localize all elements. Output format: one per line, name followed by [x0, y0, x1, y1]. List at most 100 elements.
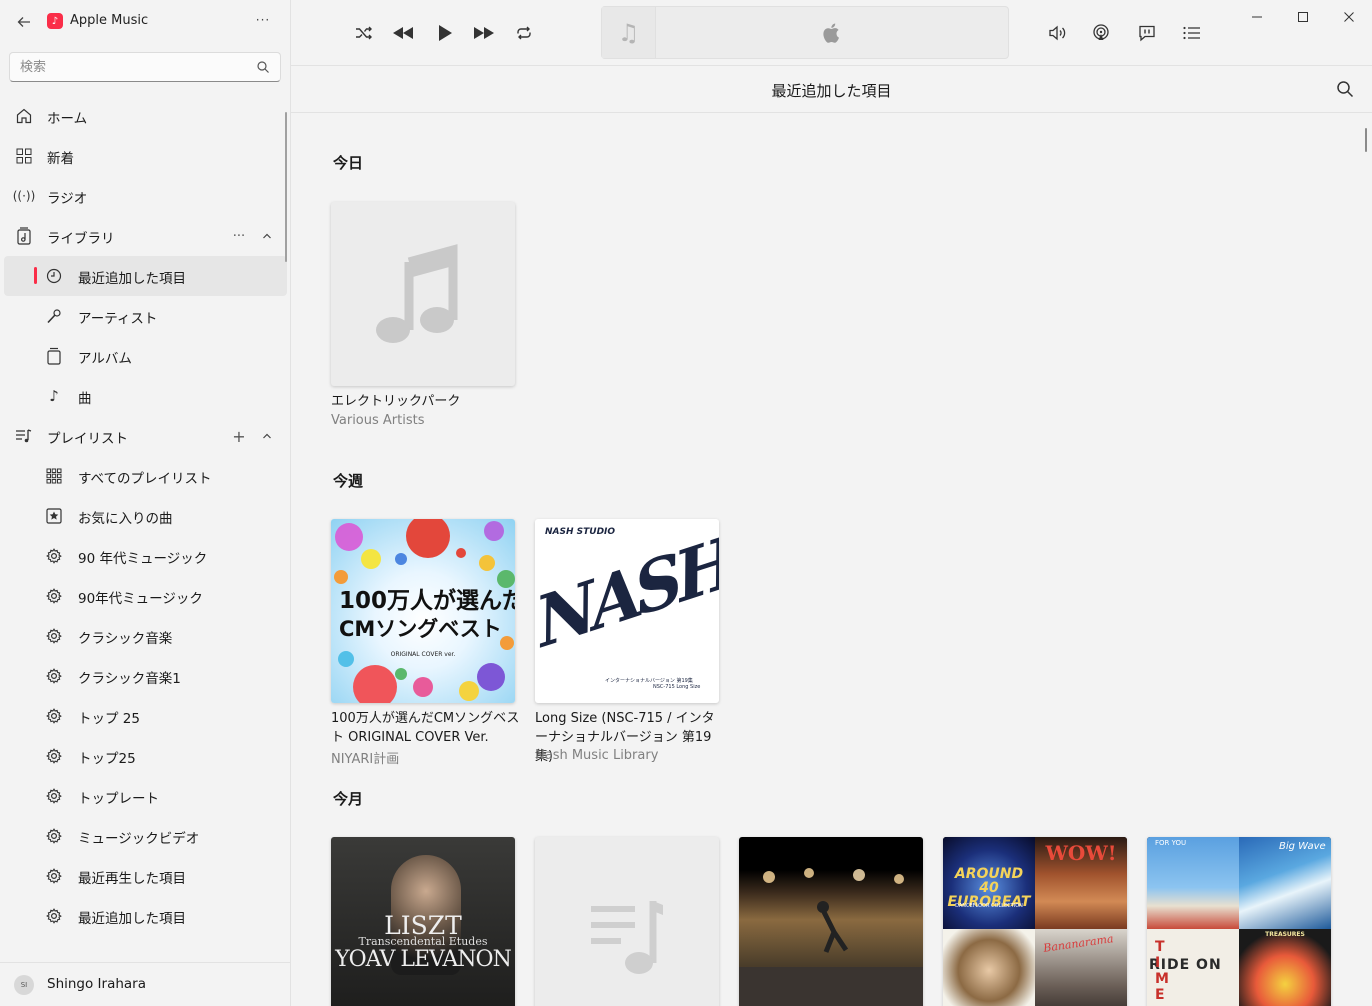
sidebar-item-label: 最近追加した項目	[78, 911, 186, 927]
cover-text: インターナショナルバージョン 第19集	[605, 678, 693, 684]
minimize-icon[interactable]	[1246, 6, 1268, 28]
cover-tile: Big Wave	[1239, 837, 1331, 929]
recently-added-content: 今日 エレクトリックパーク Various Artists 今週 100万人が選…	[291, 114, 1372, 1006]
page-title: 最近追加した項目	[771, 82, 892, 100]
sidebar-item-songs[interactable]: ♪ 曲	[4, 376, 287, 416]
volume-icon[interactable]	[1047, 21, 1071, 45]
search-icon[interactable]	[1336, 80, 1354, 98]
sidebar-item-favorites[interactable]: お気に入りの曲	[4, 496, 287, 536]
album-icon	[44, 346, 64, 366]
gear-icon	[44, 546, 64, 566]
repeat-icon[interactable]	[512, 21, 536, 45]
section-title-today: 今日	[333, 154, 364, 172]
content-scrollbar[interactable]	[1365, 128, 1367, 152]
cover-text: DANCEFLOOR COLLECTION	[955, 903, 1023, 909]
sidebar-item-home[interactable]: ホーム	[4, 96, 287, 136]
search-input[interactable]	[20, 59, 240, 76]
airplay-icon[interactable]	[1089, 21, 1113, 45]
gear-icon	[44, 826, 64, 846]
cover-logo: NASH	[535, 521, 719, 665]
sidebar-item-label: アルバム	[78, 351, 132, 367]
chevron-up-icon[interactable]	[257, 426, 277, 446]
sidebar-item-smart-playlist[interactable]: トップ25	[4, 736, 287, 776]
sidebar-item-artists[interactable]: アーティスト	[4, 296, 287, 336]
next-track-icon[interactable]	[472, 21, 496, 45]
sidebar-item-recently-added[interactable]: 最近追加した項目	[4, 256, 287, 296]
album-artwork-placeholder[interactable]	[331, 202, 515, 386]
sidebar-item-library[interactable]: ライブラリ ···	[4, 216, 287, 256]
gear-icon	[44, 866, 64, 886]
gear-icon	[44, 586, 64, 606]
cover-tile: WOW!	[1035, 837, 1127, 929]
previous-track-icon[interactable]	[391, 21, 415, 45]
playlist-placeholder-icon	[591, 901, 663, 974]
user-name[interactable]: Shingo Irahara	[47, 976, 146, 992]
album-artwork[interactable]	[739, 837, 923, 1006]
now-playing-artwork-placeholder-icon: ♫	[602, 7, 656, 58]
search-icon[interactable]	[256, 60, 270, 74]
cover-text: NASH STUDIO	[545, 527, 616, 537]
section-title-this-month: 今月	[333, 790, 364, 808]
clock-icon	[44, 266, 64, 286]
sidebar-item-smart-playlist[interactable]: 最近再生した項目	[4, 856, 287, 896]
sidebar: ♪ Apple Music ··· ホーム 新着 ((·)) ラジオ ラ	[0, 0, 291, 1006]
album-title[interactable]: 100万人が選んだCMソングベスト ORIGINAL COVER Ver.	[331, 709, 521, 747]
album-artwork[interactable]: 100万人が選んだ CMソングベスト ORIGINAL COVER ver.	[331, 519, 515, 703]
cover-text: Big Wave	[1279, 841, 1326, 852]
sidebar-item-smart-playlist[interactable]: 90年代ミュージック	[4, 576, 287, 616]
play-icon[interactable]	[433, 21, 457, 45]
lyrics-icon[interactable]	[1135, 21, 1159, 45]
playlist-icon	[14, 426, 34, 446]
sidebar-item-smart-playlist[interactable]: 最近追加した項目	[4, 896, 287, 936]
sidebar-scrollbar[interactable]	[285, 112, 287, 262]
sidebar-item-all-playlists[interactable]: すべてのプレイリスト	[4, 456, 287, 496]
sidebar-item-radio[interactable]: ((·)) ラジオ	[4, 176, 287, 216]
user-account[interactable]: SI Shingo Irahara	[0, 962, 290, 1006]
sidebar-item-label: ライブラリ	[47, 231, 115, 247]
close-icon[interactable]	[1338, 6, 1360, 28]
section-title-this-week: 今週	[333, 472, 364, 490]
chevron-up-icon[interactable]	[257, 226, 277, 246]
sidebar-item-smart-playlist[interactable]: ミュージックビデオ	[4, 816, 287, 856]
sidebar-item-new[interactable]: 新着	[4, 136, 287, 176]
cover-tile: AROUND 40 EUROBEAT DANCEFLOOR COLLECTION	[943, 837, 1035, 929]
sidebar-item-label: トップ25	[78, 751, 136, 767]
queue-list-icon[interactable]	[1180, 21, 1204, 45]
sidebar-item-label: ホーム	[47, 111, 88, 127]
search-field[interactable]	[9, 52, 281, 82]
sidebar-item-albums[interactable]: アルバム	[4, 336, 287, 376]
sidebar-item-smart-playlist[interactable]: 90 年代ミュージック	[4, 536, 287, 576]
playlist-artwork-grid[interactable]: FOR YOU Big Wave RIDE ON TIME TREASURES	[1147, 837, 1331, 1006]
add-playlist-button[interactable]: +	[229, 426, 249, 446]
sidebar-item-smart-playlist[interactable]: クラシック音楽	[4, 616, 287, 656]
album-artist[interactable]: Various Artists	[331, 413, 425, 428]
playlist-artwork-placeholder[interactable]	[535, 837, 719, 1006]
back-arrow-icon[interactable]	[14, 12, 34, 32]
playlist-artwork-grid[interactable]: AROUND 40 EUROBEAT DANCEFLOOR COLLECTION…	[943, 837, 1127, 1006]
album-artist[interactable]: NIYARI計画	[331, 748, 399, 767]
album-artwork[interactable]: NASH STUDIO NASH インターナショナルバージョン 第19集 NSC…	[535, 519, 719, 703]
sidebar-item-label: 曲	[78, 391, 92, 407]
library-more-button[interactable]: ···	[229, 226, 249, 246]
sidebar-item-smart-playlist[interactable]: クラシック音楽1	[4, 656, 287, 696]
cover-text: NSC-715 Long Size	[653, 684, 701, 690]
more-options-button[interactable]: ···	[252, 10, 274, 30]
cover-text: Bananarama	[1042, 932, 1115, 955]
sidebar-item-playlists[interactable]: プレイリスト +	[4, 416, 287, 456]
sidebar-item-label: 新着	[47, 151, 74, 167]
avatar[interactable]: SI	[14, 975, 34, 995]
cover-tile: TREASURES	[1239, 929, 1331, 1006]
sidebar-item-smart-playlist[interactable]: トップレート	[4, 776, 287, 816]
music-note-placeholder-icon	[376, 244, 458, 343]
maximize-icon[interactable]	[1292, 6, 1314, 28]
grid-dots-icon	[44, 466, 64, 486]
shuffle-icon[interactable]	[352, 21, 376, 45]
radio-waves-icon: ((·))	[12, 189, 36, 203]
album-artist[interactable]: Nash Music Library	[535, 748, 658, 763]
cover-tile: Bananarama	[1035, 929, 1127, 1006]
apple-music-logo-icon: ♪	[47, 13, 63, 29]
album-title[interactable]: エレクトリックパーク	[331, 392, 521, 411]
sidebar-item-smart-playlist[interactable]: トップ 25	[4, 696, 287, 736]
sidebar-item-label: 90 年代ミュージック	[78, 551, 208, 567]
album-artwork[interactable]: LISZT Transcendental Etudes YOAV LEVANON	[331, 837, 515, 1006]
